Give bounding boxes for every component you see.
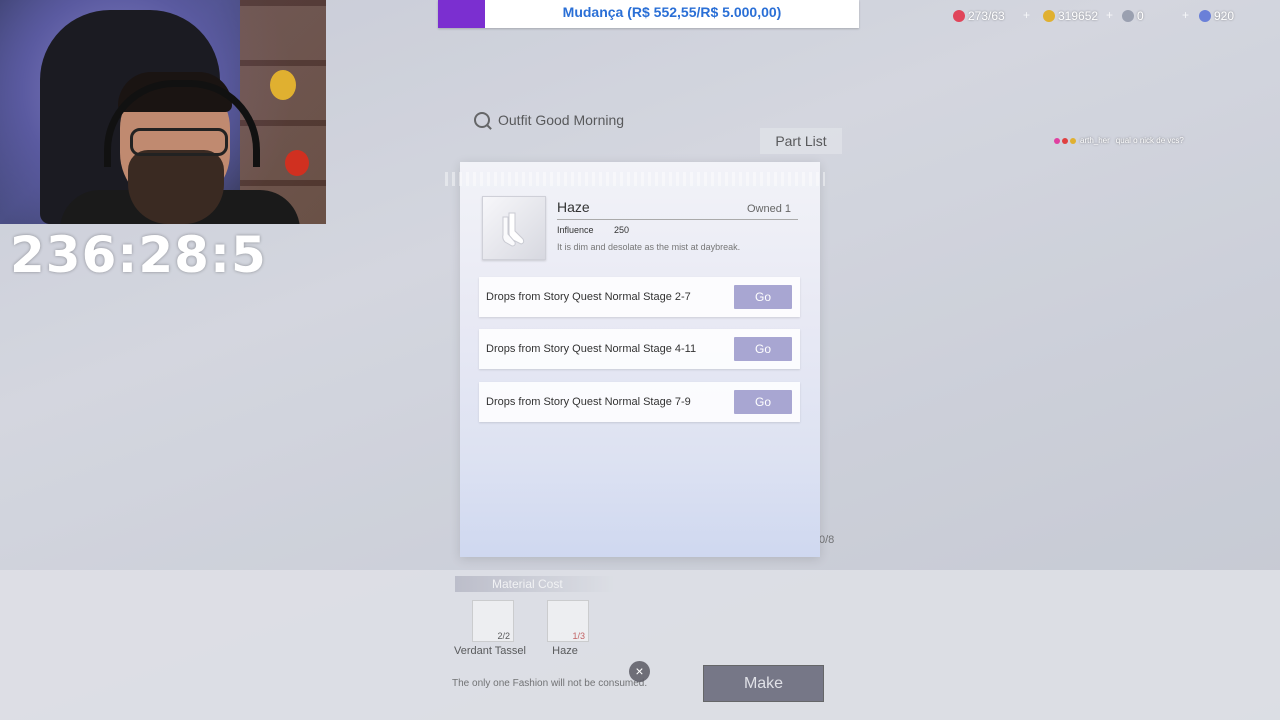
chat-text: qual o nick de vcs? <box>1115 136 1184 145</box>
plus-icon[interactable]: + <box>1106 8 1113 22</box>
badge-icon <box>1062 137 1068 144</box>
close-button[interactable]: × <box>629 661 650 682</box>
source-row: Drops from Story Quest Normal Stage 7-9 … <box>479 382 800 422</box>
stream-timer: 236:28:5 <box>10 226 267 284</box>
item-name: Haze <box>557 199 590 215</box>
resource-value: 920 <box>1214 9 1235 23</box>
chat-message: arth_her qual o nick de vcs? <box>1054 136 1184 145</box>
socks-icon <box>502 212 525 247</box>
dialog-decoration <box>445 172 825 186</box>
resource-value: 273/63 <box>968 9 1005 23</box>
heart-icon <box>953 10 965 22</box>
resource-gems[interactable]: 0 <box>1122 9 1144 23</box>
go-button[interactable]: Go <box>734 285 792 309</box>
influence-label: Influence <box>557 225 594 235</box>
resource-value: 319652 <box>1058 9 1099 23</box>
plus-icon[interactable]: + <box>1023 8 1030 22</box>
chat-user: arth_her <box>1080 136 1110 145</box>
source-label: Drops from Story Quest Normal Stage 2-7 <box>486 291 691 303</box>
go-button[interactable]: Go <box>734 337 792 361</box>
badge-icon <box>1054 137 1060 144</box>
item-icon <box>482 196 546 260</box>
gem-icon <box>1122 10 1134 22</box>
badge-icon <box>1070 137 1076 144</box>
webcam-feed <box>0 0 326 224</box>
source-label: Drops from Story Quest Normal Stage 4-11 <box>486 343 697 355</box>
item-description: It is dim and desolate as the mist at da… <box>557 242 741 252</box>
resource-value: 0 <box>1137 9 1144 23</box>
resource-coins[interactable]: 319652 <box>1043 9 1098 23</box>
donation-text: Mudança (R$ 552,55/R$ 5.000,00) <box>562 4 782 20</box>
donation-goal-bar: Mudança (R$ 552,55/R$ 5.000,00) <box>438 0 859 28</box>
resource-diamonds[interactable]: 920 <box>1199 9 1234 23</box>
influence-value: 250 <box>614 225 630 235</box>
source-label: Drops from Story Quest Normal Stage 7-9 <box>486 396 691 408</box>
source-row: Drops from Story Quest Normal Stage 2-7 … <box>479 277 800 317</box>
owned-count: Owned 1 <box>747 203 792 215</box>
plus-icon[interactable]: + <box>1182 8 1189 22</box>
diamond-icon <box>1199 10 1211 22</box>
donation-progress <box>438 0 485 28</box>
go-button[interactable]: Go <box>734 390 792 414</box>
resource-stamina[interactable]: 273/63 <box>953 9 1005 23</box>
source-row: Drops from Story Quest Normal Stage 4-11… <box>479 329 800 369</box>
divider <box>557 219 798 220</box>
coin-icon <box>1043 10 1055 22</box>
